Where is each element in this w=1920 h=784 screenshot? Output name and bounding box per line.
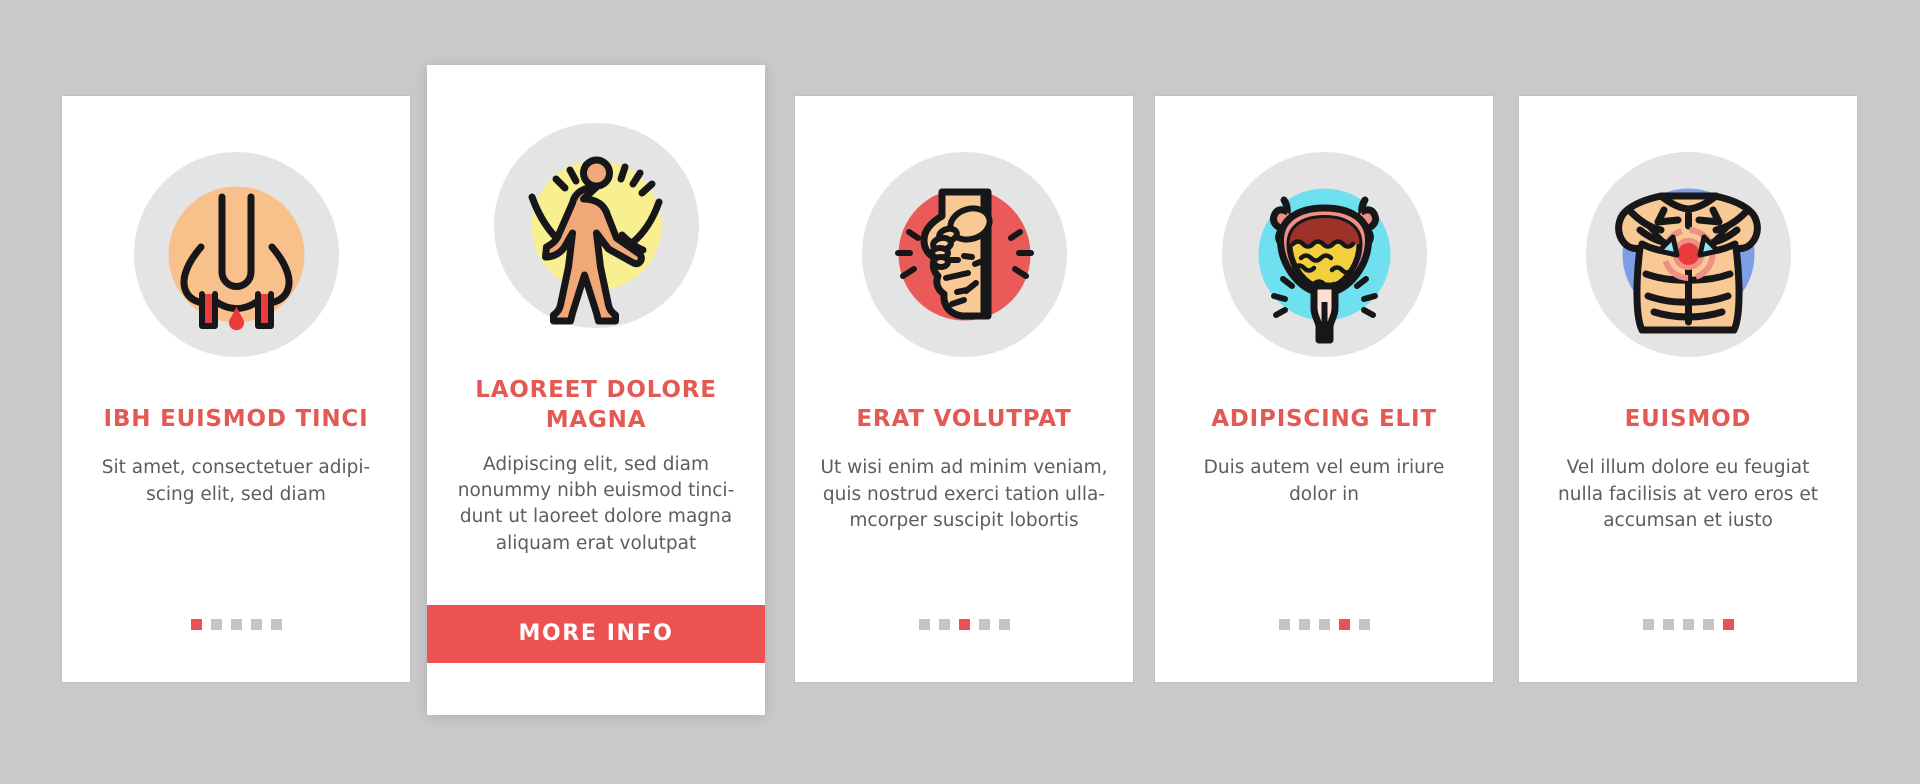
pagination-dot[interactable] — [270, 619, 282, 630]
card-2-body: Adipiscing elit, sed diam nonummy nibh e… — [457, 453, 735, 554]
card-4-pagination-dots[interactable] — [1155, 619, 1493, 630]
card-3-body: Ut wisi enim ad minim veniam, quis nostr… — [820, 457, 1108, 531]
pagination-dot[interactable] — [1722, 619, 1734, 630]
card-2-icon-wrap — [427, 123, 765, 328]
pagination-dot[interactable] — [1298, 619, 1310, 630]
bladder-icon — [1221, 152, 1427, 357]
bleeding-nose-icon — [133, 152, 339, 357]
onboarding-card-5[interactable]: EUISMOD Vel illum dolore eu feugiat null… — [1519, 96, 1857, 682]
card-1-icon-wrap — [62, 152, 410, 357]
onboarding-card-3[interactable]: ERAT VOLUTPAT Ut wisi enim ad minim veni… — [795, 96, 1133, 682]
pagination-dot[interactable] — [190, 619, 202, 630]
pagination-dot[interactable] — [210, 619, 222, 630]
card-5-body: Vel illum dolore eu feugiat nulla facili… — [1558, 457, 1818, 531]
card-4-icon-wrap — [1155, 152, 1493, 357]
card-1-title: IBH EUISMOD TINCI — [103, 406, 369, 432]
card-1-pagination-dots[interactable] — [62, 619, 410, 630]
pagination-dot[interactable] — [1278, 619, 1290, 630]
shivering-person-icon — [493, 123, 699, 328]
card-1-body: Sit amet, consectetuer adipi- scing elit… — [101, 457, 371, 505]
card-5-pagination-dots[interactable] — [1519, 619, 1857, 630]
card-3-pagination-dots[interactable] — [795, 619, 1133, 630]
pagination-dot[interactable] — [958, 619, 970, 630]
pagination-dot[interactable] — [250, 619, 262, 630]
pagination-dot[interactable] — [230, 619, 242, 630]
pagination-dot[interactable] — [1358, 619, 1370, 630]
card-2-title: LAOREET DOLORE MAGNA — [475, 377, 717, 434]
pagination-dot[interactable] — [1682, 619, 1694, 630]
pagination-dot[interactable] — [1338, 619, 1350, 630]
card-5-title: EUISMOD — [1624, 406, 1752, 432]
onboarding-screens-board: IBH EUISMOD TINCI Sit amet, consectetuer… — [0, 0, 1920, 784]
painful-foot-icon — [861, 152, 1067, 357]
pagination-dot[interactable] — [1642, 619, 1654, 630]
onboarding-card-1[interactable]: IBH EUISMOD TINCI Sit amet, consectetuer… — [62, 96, 410, 682]
card-5-icon-wrap — [1519, 152, 1857, 357]
pagination-dot[interactable] — [918, 619, 930, 630]
onboarding-card-4[interactable]: ADIPISCING ELIT Duis autem vel eum iriur… — [1155, 96, 1493, 682]
pagination-dot[interactable] — [1318, 619, 1330, 630]
more-info-button[interactable]: MORE INFO — [427, 605, 765, 663]
card-3-icon-wrap — [795, 152, 1133, 357]
card-3-title: ERAT VOLUTPAT — [856, 406, 1072, 432]
pagination-dot[interactable] — [1702, 619, 1714, 630]
pagination-dot[interactable] — [938, 619, 950, 630]
pagination-dot[interactable] — [998, 619, 1010, 630]
onboarding-card-2[interactable]: LAOREET DOLORE MAGNA Adipiscing elit, se… — [427, 65, 765, 715]
pagination-dot[interactable] — [1662, 619, 1674, 630]
card-4-title: ADIPISCING ELIT — [1211, 406, 1437, 432]
chest-pain-torso-icon — [1585, 152, 1791, 357]
card-4-body: Duis autem vel eum iriure dolor in — [1203, 457, 1445, 505]
pagination-dot[interactable] — [978, 619, 990, 630]
